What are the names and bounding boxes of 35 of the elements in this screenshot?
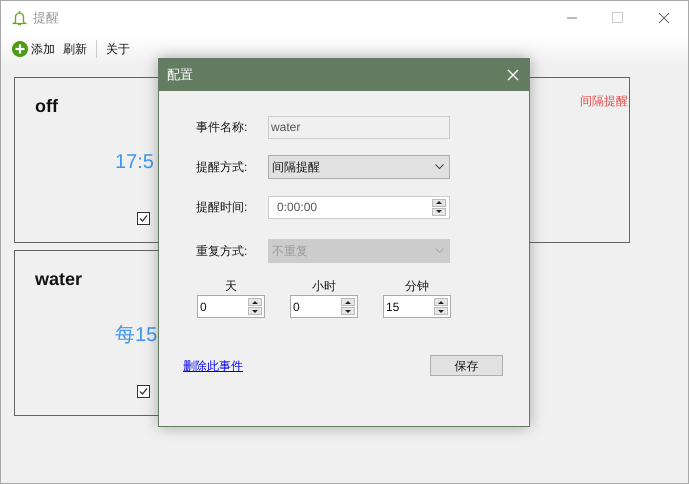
event-time: 17:5 [115,152,154,172]
spin-buttons[interactable] [432,198,446,216]
close-icon[interactable] [658,12,670,24]
field-label: 事件名称: [196,119,248,136]
event-type-label: 间隔提醒 [580,93,628,110]
dialog-title: 配置 [167,66,193,84]
event-time: 每15 [115,325,158,345]
number-field[interactable]: 0 [290,295,358,318]
event-name: water [35,268,82,291]
spin-buttons[interactable] [248,298,262,315]
dropdown[interactable]: 间隔提醒 [268,155,450,179]
spin-label: 小时 [312,278,336,295]
spin-label: 分钟 [405,278,429,295]
spin-label: 天 [225,278,237,295]
number-field[interactable]: 0 [197,295,265,318]
save-button[interactable]: 保存 [430,355,503,376]
checkbox[interactable] [137,212,150,225]
toolbar-button[interactable]: 刷新 [63,40,87,58]
chevron-icon [435,248,444,254]
plus-icon [12,41,28,57]
spin-buttons[interactable] [434,298,448,315]
chevron-icon [435,164,444,170]
window-title: 提醒 [33,8,59,27]
time-field[interactable]: 0:00:00 [268,196,450,218]
toolbar-button[interactable]: 关于 [106,40,130,58]
field-label: 提醒时间: [196,199,248,216]
toolbar-button[interactable]: 添加 [12,40,55,58]
checkbox[interactable] [137,385,150,398]
field-label: 重复方式: [196,243,248,260]
field-label: 提醒方式: [196,159,248,176]
spin-buttons[interactable] [341,298,355,315]
number-field[interactable]: 15 [383,295,451,318]
delete-link[interactable]: 删除此事件 [183,356,243,374]
bell-icon [12,10,27,26]
event-name: off [35,95,58,118]
